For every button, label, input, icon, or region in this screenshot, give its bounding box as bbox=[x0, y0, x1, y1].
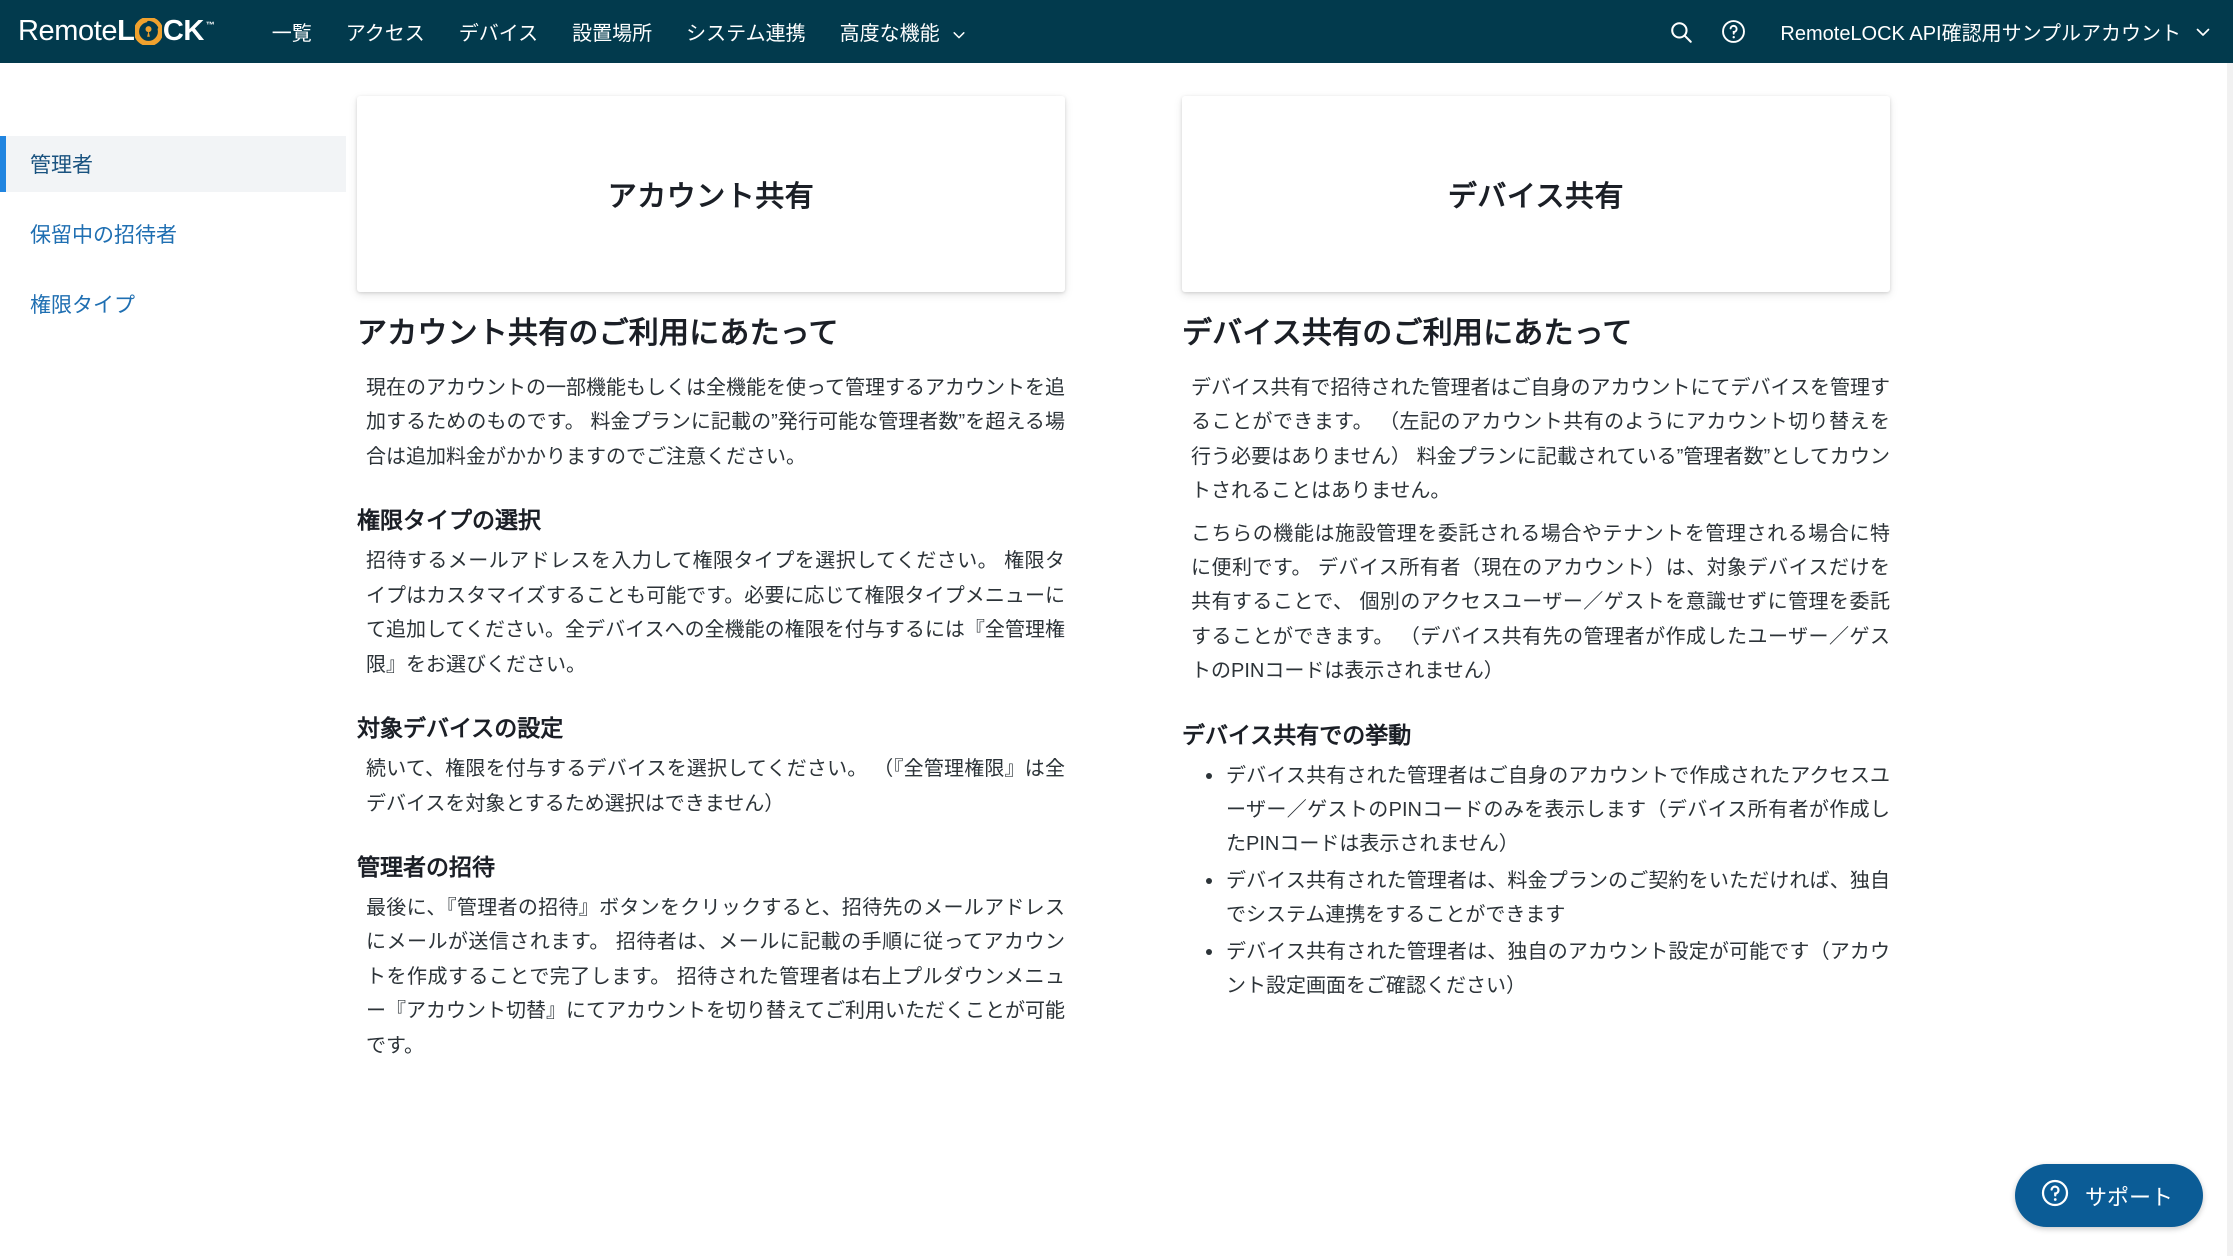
nav-item-overview-label: 一覧 bbox=[271, 23, 312, 45]
sidebar-navigation: 管理者 保留中の招待者 権限タイプ bbox=[0, 63, 346, 1256]
primary-nav-items: 一覧 アクセス デバイス 設置場所 システム連携 高度な機能 bbox=[255, 0, 983, 63]
chevron-down-icon bbox=[952, 25, 966, 39]
account-sharing-column: アカウント共有 アカウント共有のご利用にあたって 現在のアカウントの一部機能もし… bbox=[357, 96, 1065, 1071]
question-circle-icon[interactable] bbox=[1710, 9, 1756, 55]
target-device-setting-paragraph: 続いて、権限を付与するデバイスを選択してください。 （『全管理権限』は全デバイス… bbox=[366, 758, 1065, 815]
support-button[interactable]: サポート bbox=[2014, 1164, 2203, 1227]
sidebar-item-administrators-label: 管理者 bbox=[30, 154, 93, 177]
nav-item-devices[interactable]: デバイス bbox=[442, 0, 555, 63]
device-sharing-paragraph-2: こちらの機能は施設管理を委託される場合やテナントを管理される場合に特に便利です。… bbox=[1191, 522, 1890, 683]
account-name-label[interactable]: RemoteLOCK API確認用サンプルアカウント bbox=[1780, 17, 2181, 46]
nav-item-locations-label: 設置場所 bbox=[572, 23, 653, 45]
top-navigation-bar: Remote L CK ™ 一覧 アクセス デバイス 設置場所 システム連携 高度な… bbox=[0, 0, 2233, 63]
nav-item-advanced-label: 高度な機能 bbox=[839, 23, 940, 45]
device-sharing-behavior-heading: デバイス共有での挙動 bbox=[1182, 721, 1412, 748]
administrator-invite-heading: 管理者の招待 bbox=[357, 853, 495, 880]
account-sharing-card[interactable]: アカウント共有 bbox=[357, 96, 1065, 292]
list-item: デバイス共有された管理者は、独自のアカウント設定が可能です（アカウント設定画面を… bbox=[1206, 935, 1890, 1004]
logo-text: Remote L CK bbox=[18, 17, 204, 46]
sidebar-item-permission-types[interactable]: 権限タイプ bbox=[0, 276, 346, 332]
permission-type-selection-paragraph: 招待するメールアドレスを入力して権限タイプを選択してください。 権限タイプはカス… bbox=[366, 550, 1065, 676]
sidebar-item-permission-types-label: 権限タイプ bbox=[30, 294, 135, 317]
nav-item-locations[interactable]: 設置場所 bbox=[555, 0, 669, 63]
logo-l-letter: L bbox=[117, 15, 135, 47]
remotelock-logo[interactable]: Remote L CK ™ bbox=[18, 17, 215, 46]
account-sharing-heading: アカウント共有のご利用にあたって bbox=[357, 317, 839, 350]
account-sharing-intro-paragraph: 現在のアカウントの一部機能もしくは全機能を使って管理するアカウントを追加するため… bbox=[366, 377, 1065, 468]
logo-remote-text: Remote bbox=[18, 15, 118, 47]
two-column-layout: アカウント共有 アカウント共有のご利用にあたって 現在のアカウントの一部機能もし… bbox=[346, 63, 2228, 1071]
account-sharing-card-title: アカウント共有 bbox=[607, 181, 815, 213]
permission-type-selection-heading: 権限タイプの選択 bbox=[357, 507, 541, 534]
nav-item-access-label: アクセス bbox=[345, 23, 425, 45]
device-sharing-heading: デバイス共有のご利用にあたって bbox=[1182, 317, 1633, 350]
nav-item-integrations-label: システム連携 bbox=[686, 23, 806, 45]
logo-ck-text: CK bbox=[162, 15, 204, 47]
sidebar-item-pending-invites-label: 保留中の招待者 bbox=[30, 224, 177, 247]
question-circle-icon bbox=[2040, 1178, 2070, 1213]
sidebar-item-administrators[interactable]: 管理者 bbox=[0, 136, 346, 192]
target-device-setting-heading: 対象デバイスの設定 bbox=[357, 714, 564, 741]
main-content-area: アカウント共有 アカウント共有のご利用にあたって 現在のアカウントの一部機能もし… bbox=[346, 63, 2228, 1256]
device-sharing-card[interactable]: デバイス共有 bbox=[1182, 96, 1890, 292]
list-item: デバイス共有された管理者は、料金プランのご契約をいただければ、独自でシステム連携… bbox=[1206, 864, 1890, 933]
chevron-down-icon[interactable] bbox=[2195, 24, 2211, 40]
support-button-label: サポート bbox=[2084, 1184, 2173, 1210]
device-sharing-column: デバイス共有 デバイス共有のご利用にあたって デバイス共有で招待された管理者はご… bbox=[1182, 96, 1890, 1071]
nav-right-group: RemoteLOCK API確認用サンプルアカウント bbox=[1658, 0, 2233, 63]
nav-item-advanced[interactable]: 高度な機能 bbox=[823, 0, 983, 63]
device-sharing-card-title: デバイス共有 bbox=[1447, 181, 1625, 213]
nav-item-integrations[interactable]: システム連携 bbox=[669, 0, 822, 63]
device-sharing-behavior-list: デバイス共有された管理者はご自身のアカウントで作成されたアクセスユーザー／ゲスト… bbox=[1182, 759, 1890, 1004]
nav-item-devices-label: デバイス bbox=[458, 23, 539, 45]
search-icon[interactable] bbox=[1658, 9, 1704, 55]
nav-item-overview[interactable]: 一覧 bbox=[255, 0, 329, 63]
sidebar-item-pending-invites[interactable]: 保留中の招待者 bbox=[0, 206, 346, 262]
lock-keyhole-icon bbox=[134, 18, 162, 45]
trademark-symbol: ™ bbox=[205, 20, 215, 30]
list-item: デバイス共有された管理者はご自身のアカウントで作成されたアクセスユーザー／ゲスト… bbox=[1206, 759, 1890, 862]
device-sharing-paragraph-1: デバイス共有で招待された管理者はご自身のアカウントにてデバイスを管理することがで… bbox=[1191, 377, 1890, 503]
scrollbar-thumb[interactable] bbox=[2227, 63, 2233, 493]
vertical-scrollbar[interactable] bbox=[2227, 63, 2233, 1256]
nav-item-access[interactable]: アクセス bbox=[329, 0, 442, 63]
administrator-invite-paragraph: 最後に、『管理者の招待』ボタンをクリックすると、招待先のメールアドレスにメールが… bbox=[366, 897, 1065, 1057]
